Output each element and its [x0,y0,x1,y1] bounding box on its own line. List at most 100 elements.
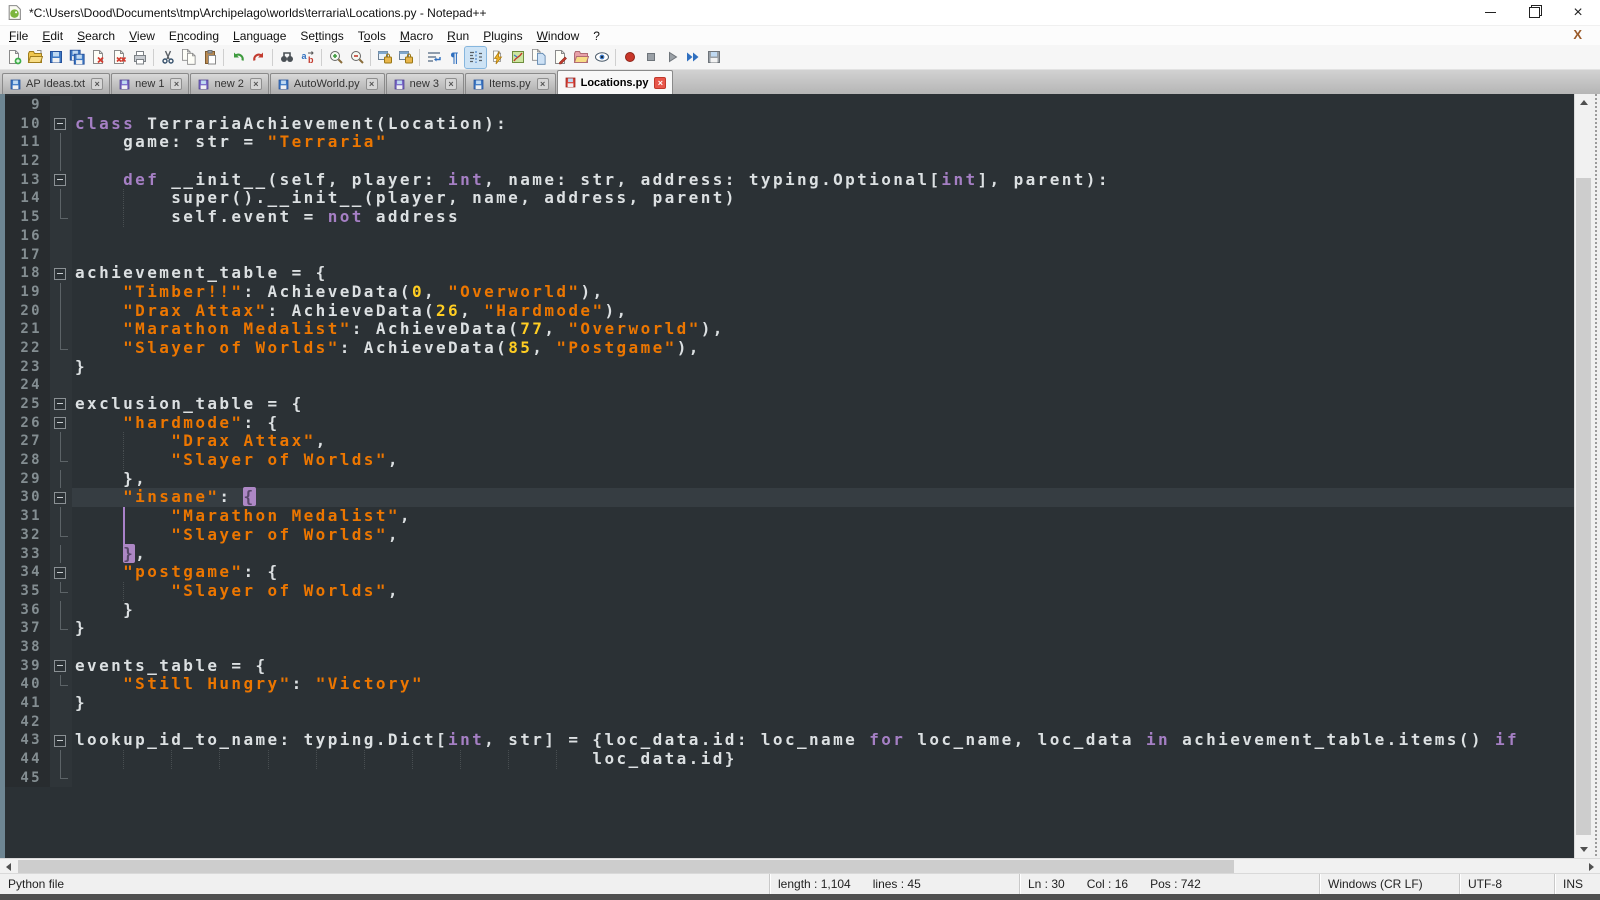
tab-close-icon[interactable]: × [170,78,182,90]
menu-item-macro[interactable]: Macro [393,28,440,44]
close-button[interactable]: × [1556,0,1600,25]
code-text[interactable]: achievement_table = { [72,264,1574,283]
fold-collapse-box[interactable] [50,414,72,433]
code-text[interactable]: "Slayer of Worlds", [72,582,1574,601]
cut-icon[interactable] [157,47,178,68]
scroll-up-arrow[interactable] [1575,94,1592,111]
vertical-scroll-thumb[interactable] [1576,178,1591,835]
tab-new-3[interactable]: new 3× [386,73,464,94]
code-text[interactable] [72,713,1574,732]
word-wrap-icon[interactable] [423,47,444,68]
show-all-characters-icon[interactable]: ¶ [444,47,465,68]
indent-guide-icon[interactable] [465,47,486,68]
menu-item-run[interactable]: Run [440,28,476,44]
menu-item-window[interactable]: Window [530,28,587,44]
save-all-icon[interactable] [66,47,87,68]
menu-item-settings[interactable]: Settings [293,28,350,44]
new-file-icon[interactable] [3,47,24,68]
redo-icon[interactable] [248,47,269,68]
tab-close-icon[interactable]: × [91,78,103,90]
menu-item-encoding[interactable]: Encoding [162,28,226,44]
horizontal-scroll-thumb[interactable] [18,860,1234,873]
restore-button[interactable] [1512,0,1556,25]
horizontal-scrollbar[interactable] [0,858,1600,873]
menu-item-view[interactable]: View [122,28,162,44]
tab-locations-py[interactable]: Locations.py× [557,70,674,94]
code-text[interactable]: "postgame": { [72,563,1574,582]
code-lines[interactable]: 910class TerrariaAchievement(Location):1… [5,94,1574,858]
code-text[interactable]: "Still Hungry": "Victory" [72,675,1574,694]
fold-collapse-box[interactable] [50,115,72,134]
open-file-icon[interactable] [24,47,45,68]
code-text[interactable] [72,769,1574,788]
tab-close-icon[interactable]: × [250,78,262,90]
fold-collapse-box[interactable] [50,171,72,190]
code-text[interactable] [72,227,1574,246]
code-text[interactable]: "insane": { [72,488,1574,507]
tab-close-icon[interactable]: × [537,78,549,90]
scroll-left-arrow[interactable] [0,859,17,874]
find-icon[interactable] [276,47,297,68]
macro-record-icon[interactable] [619,47,640,68]
document-switcher-icon[interactable] [528,47,549,68]
document-map-icon[interactable] [507,47,528,68]
document-close-x[interactable]: X [1573,27,1582,42]
code-text[interactable]: "Slayer of Worlds": AchieveData(85, "Pos… [72,339,1574,358]
close-all-icon[interactable] [108,47,129,68]
fold-collapse-box[interactable] [50,395,72,414]
copy-icon[interactable] [178,47,199,68]
tab-close-icon[interactable]: × [445,78,457,90]
fold-collapse-box[interactable] [50,657,72,676]
code-text[interactable] [72,376,1574,395]
macro-stop-icon[interactable] [640,47,661,68]
code-text[interactable]: "Slayer of Worlds", [72,451,1574,470]
code-text[interactable]: }, [72,470,1574,489]
vertical-scrollbar[interactable] [1574,94,1591,858]
code-text[interactable]: } [72,601,1574,620]
monitoring-icon[interactable] [591,47,612,68]
code-text[interactable]: super().__init__(player, name, address, … [72,189,1574,208]
tab-ap-ideas-txt[interactable]: AP Ideas.txt× [2,73,110,94]
editor-area[interactable]: 910class TerrariaAchievement(Location):1… [0,94,1600,858]
menu-item-file[interactable]: File [2,28,35,44]
scroll-right-arrow[interactable] [1583,859,1600,874]
print-icon[interactable] [129,47,150,68]
define-language-icon[interactable] [549,47,570,68]
scroll-down-arrow[interactable] [1575,841,1592,858]
status-eol-format[interactable]: Windows (CR LF) [1319,874,1459,894]
code-text[interactable]: lookup_id_to_name: typing.Dict[int, str]… [72,731,1574,750]
tab-new-2[interactable]: new 2× [190,73,268,94]
code-text[interactable]: game: str = "Terraria" [72,133,1574,152]
code-text[interactable] [72,638,1574,657]
sync-horizontal-icon[interactable] [395,47,416,68]
function-list-icon[interactable] [486,47,507,68]
menu-item-[interactable]: ? [586,28,607,44]
code-text[interactable]: "Drax Attax": AchieveData(26, "Hardmode"… [72,302,1574,321]
code-text[interactable]: loc_data.id} [72,750,1574,769]
tab-close-icon[interactable]: × [654,77,666,89]
macro-save-icon[interactable] [703,47,724,68]
replace-icon[interactable]: ab [297,47,318,68]
code-text[interactable]: } [72,358,1574,377]
zoom-in-icon[interactable] [325,47,346,68]
fold-collapse-box[interactable] [50,488,72,507]
fold-collapse-box[interactable] [50,563,72,582]
fold-collapse-box[interactable] [50,264,72,283]
undo-icon[interactable] [227,47,248,68]
menu-item-search[interactable]: Search [70,28,122,44]
macro-run-multiple-icon[interactable] [682,47,703,68]
menu-item-plugins[interactable]: Plugins [476,28,529,44]
menu-item-edit[interactable]: Edit [35,28,70,44]
code-text[interactable]: "Slayer of Worlds", [72,526,1574,545]
macro-play-icon[interactable] [661,47,682,68]
tab-new-1[interactable]: new 1× [111,73,189,94]
code-text[interactable]: "Marathon Medalist": AchieveData(77, "Ov… [72,320,1574,339]
code-text[interactable]: self.event = not address [72,208,1574,227]
status-insert-mode[interactable]: INS [1554,874,1600,894]
code-text[interactable]: def __init__(self, player: int, name: st… [72,171,1574,190]
close-file-icon[interactable] [87,47,108,68]
folder-as-workspace-icon[interactable] [570,47,591,68]
status-encoding[interactable]: UTF-8 [1459,874,1554,894]
code-text[interactable]: exclusion_table = { [72,395,1574,414]
fold-collapse-box[interactable] [50,731,72,750]
